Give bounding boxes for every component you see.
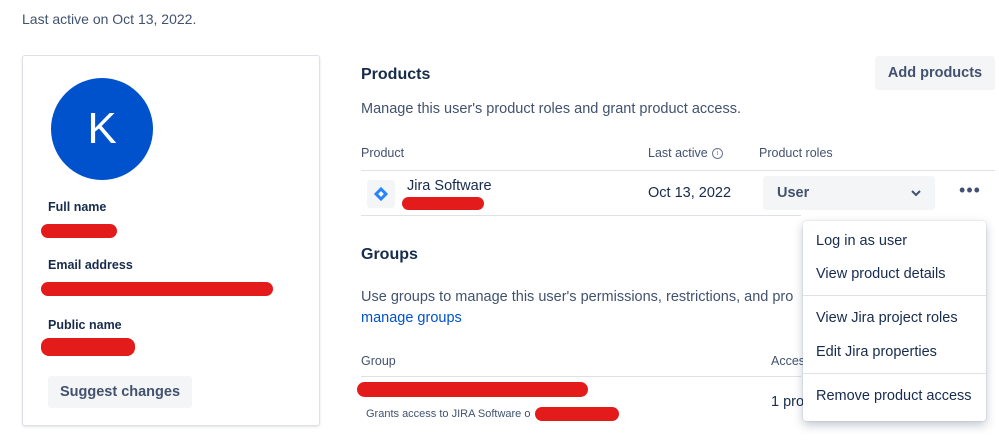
groups-title: Groups <box>361 246 418 263</box>
chevron-down-icon <box>911 184 921 202</box>
col-last-active: Last active i <box>648 146 723 160</box>
product-role-value: User <box>777 185 810 201</box>
more-actions-icon[interactable]: ••• <box>955 180 985 206</box>
suggest-changes-button[interactable]: Suggest changes <box>48 376 192 408</box>
product-last-active: Oct 13, 2022 <box>648 185 732 201</box>
col-product: Product <box>361 146 405 160</box>
jira-software-icon <box>367 180 395 208</box>
email-label: Email address <box>48 258 133 272</box>
menu-remove-product-access[interactable]: Remove product access <box>816 388 972 404</box>
avatar: K <box>51 78 153 180</box>
group-grants-text: Grants access to JIRA Software o <box>366 408 531 420</box>
menu-view-product-details[interactable]: View product details <box>816 266 946 282</box>
groups-header-divider <box>361 376 801 377</box>
full-name-redaction <box>41 224 117 238</box>
public-name-redaction <box>41 338 135 356</box>
group-grants-redaction <box>535 407 619 421</box>
profile-card: K Full name Email address Public name Su… <box>22 55 320 426</box>
groups-description: Use groups to manage this user's permiss… <box>361 289 794 305</box>
group-name-redaction <box>357 382 588 397</box>
menu-view-jira-project-roles[interactable]: View Jira project roles <box>816 310 958 326</box>
last-active-text: Last active on Oct 13, 2022. <box>22 11 197 27</box>
group-access-value: 1 pro <box>771 394 805 410</box>
col-group: Group <box>361 354 396 368</box>
products-description: Manage this user's product roles and gra… <box>361 101 741 117</box>
info-icon[interactable]: i <box>711 147 723 159</box>
full-name-label: Full name <box>48 200 107 214</box>
products-row-divider <box>361 215 801 216</box>
add-products-button[interactable]: Add products <box>875 56 995 90</box>
products-title: Products <box>361 66 431 83</box>
menu-log-in-as-user[interactable]: Log in as user <box>816 233 907 249</box>
col-product-roles: Product roles <box>759 146 833 160</box>
product-site-redaction <box>402 197 484 210</box>
menu-divider <box>803 373 986 374</box>
product-role-select[interactable]: User <box>763 176 935 210</box>
product-name[interactable]: Jira Software <box>407 178 492 194</box>
menu-edit-jira-properties[interactable]: Edit Jira properties <box>816 344 937 360</box>
public-name-label: Public name <box>48 318 122 332</box>
more-actions-menu: Log in as user View product details View… <box>803 221 986 421</box>
email-redaction <box>41 282 273 296</box>
products-header-divider <box>361 170 995 171</box>
col-last-active-label: Last active <box>648 146 708 160</box>
col-access: Acces <box>771 354 806 368</box>
menu-divider <box>803 295 986 296</box>
manage-groups-link[interactable]: manage groups <box>361 310 462 326</box>
